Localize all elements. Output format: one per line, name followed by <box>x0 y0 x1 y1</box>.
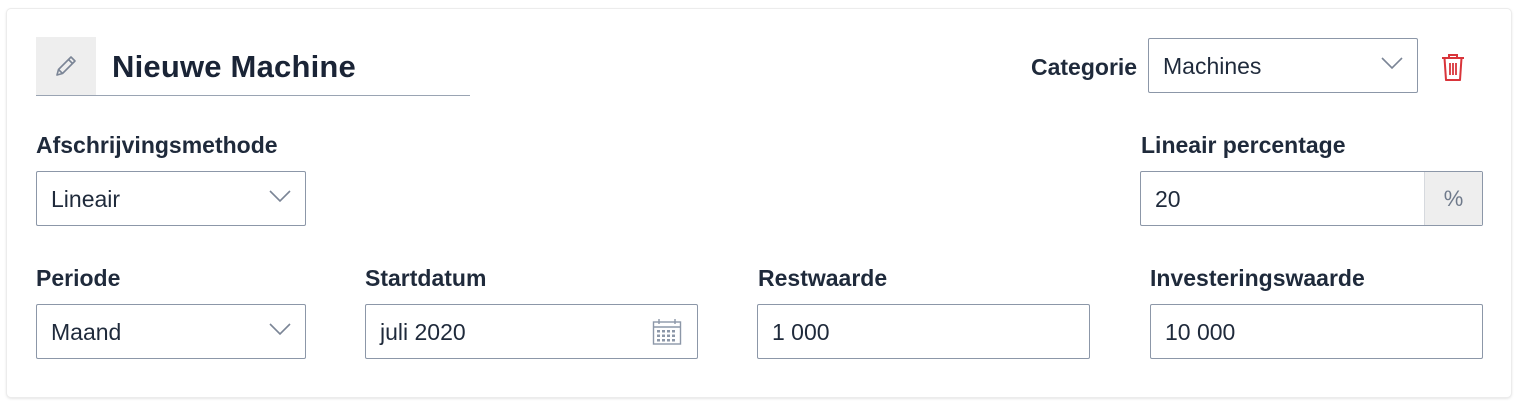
period-label: Periode <box>36 265 121 291</box>
residual-value-value: 1 000 <box>772 319 830 345</box>
residual-value-label: Restwaarde <box>758 265 888 291</box>
linear-percentage-value: 20 <box>1155 186 1181 212</box>
pencil-icon[interactable] <box>36 37 96 95</box>
category-value: Machines <box>1163 53 1262 79</box>
period-value: Maand <box>51 319 122 345</box>
investment-value-value: 10 000 <box>1165 319 1236 345</box>
asset-name[interactable]: Nieuwe Machine <box>112 49 356 85</box>
start-date-label: Startdatum <box>365 265 487 291</box>
investment-value-input[interactable]: 10 000 <box>1150 304 1483 359</box>
period-select[interactable]: Maand <box>36 304 306 359</box>
category-select[interactable]: Machines <box>1148 38 1418 93</box>
depreciation-method-select[interactable]: Lineair <box>36 171 306 226</box>
category-label: Categorie <box>1031 54 1138 80</box>
depreciation-method-value: Lineair <box>51 186 121 212</box>
trash-icon[interactable] <box>1440 52 1466 82</box>
depreciation-method-label: Afschrijvingsmethode <box>36 132 278 158</box>
residual-value-input[interactable]: 1 000 <box>757 304 1090 359</box>
chevron-down-icon <box>269 190 291 203</box>
chevron-down-icon <box>1381 57 1403 70</box>
percent-suffix: % <box>1424 172 1482 225</box>
chevron-down-icon <box>269 323 291 336</box>
asset-name-field[interactable]: Nieuwe Machine <box>36 37 470 96</box>
start-date-value: juli 2020 <box>380 319 466 345</box>
linear-percentage-input[interactable]: 20 % <box>1140 171 1483 226</box>
calendar-icon[interactable] <box>652 318 682 346</box>
linear-percentage-label: Lineair percentage <box>1141 132 1346 158</box>
start-date-input[interactable]: juli 2020 <box>365 304 698 359</box>
investment-value-label: Investeringswaarde <box>1150 265 1365 291</box>
asset-card: Nieuwe Machine Categorie Machines Afschr… <box>7 9 1511 397</box>
